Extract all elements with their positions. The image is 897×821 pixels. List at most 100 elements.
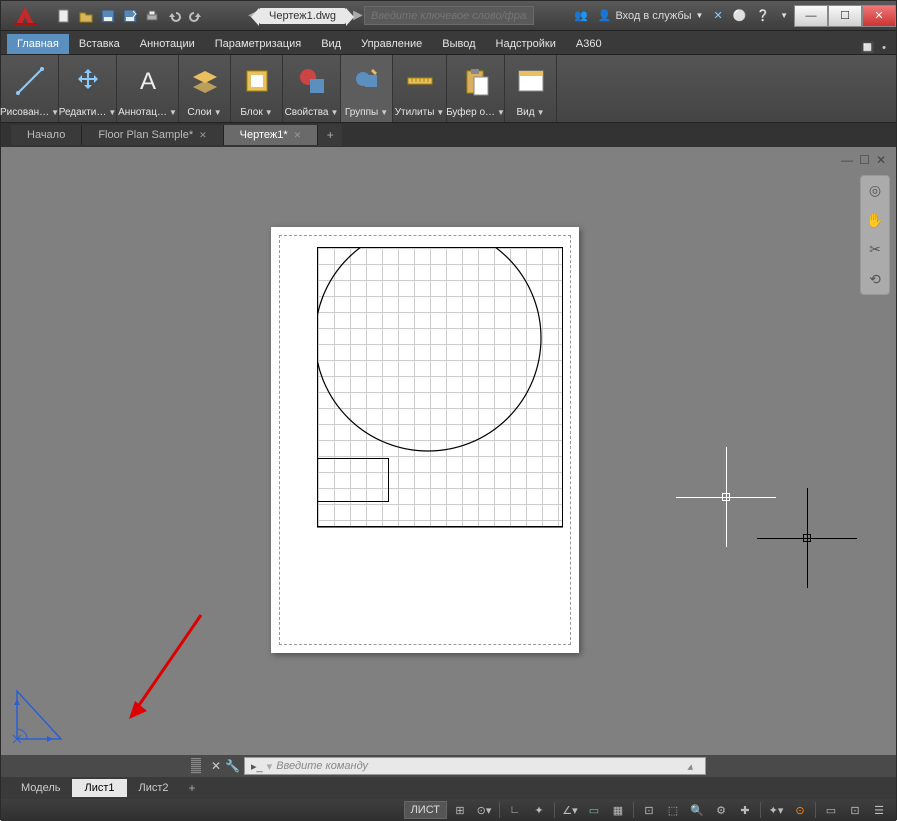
ribbon-tab-view[interactable]: Вид <box>311 34 351 54</box>
close-button[interactable]: ✕ <box>862 5 896 27</box>
move-icon <box>72 57 104 105</box>
status-ws-icon[interactable]: ✦▾ <box>765 801 787 819</box>
close-icon[interactable]: ✕ <box>294 130 302 141</box>
status-lwt-icon[interactable]: ▭ <box>583 801 605 819</box>
status-autoscale-icon[interactable]: ✚ <box>734 801 756 819</box>
save-icon[interactable] <box>99 7 117 25</box>
exchange-icon[interactable]: ✕ <box>713 9 722 22</box>
navigation-bar[interactable]: ◎ ✋ ✂ ⟲ <box>860 175 890 295</box>
panel-properties[interactable]: Свойства▼ <box>283 55 341 122</box>
status-grid-icon[interactable]: ⊞ <box>449 801 471 819</box>
command-input[interactable]: ▸_ ▾ Введите команду ▴ <box>244 757 706 775</box>
titlebar: ◄ Чертеж1.dwg ► 👥 👤 Вход в службы ▼ ✕ ⚪ … <box>1 1 896 31</box>
vp-maximize-icon[interactable]: ☐ <box>859 153 870 167</box>
panel-layers-label: Слои▼ <box>185 105 223 120</box>
layout-tab-strip: Модель Лист1 Лист2 + <box>1 777 896 799</box>
status-clean-icon[interactable]: ☰ <box>868 801 890 819</box>
maximize-button[interactable]: ☐ <box>828 5 862 27</box>
cmd-grip-icon[interactable] <box>191 758 201 774</box>
vp-minimize-icon[interactable]: — <box>841 153 853 167</box>
open-icon[interactable] <box>77 7 95 25</box>
status-transparency-icon[interactable]: ▦ <box>607 801 629 819</box>
small-rectangle <box>317 458 389 502</box>
minimize-button[interactable]: — <box>794 5 828 27</box>
status-polar-icon[interactable]: ✦ <box>528 801 550 819</box>
search-input[interactable] <box>364 6 534 25</box>
chevron-down-icon: ▼ <box>696 11 704 20</box>
layout-tab-add[interactable]: + <box>181 778 204 798</box>
orbit-icon[interactable]: ⟲ <box>869 271 881 288</box>
infocenter-icon[interactable]: 👥 <box>574 9 588 22</box>
status-qp-icon[interactable]: ⊡ <box>638 801 660 819</box>
ribbon-bullet-icon[interactable]: • <box>882 42 886 54</box>
panel-groups[interactable]: Группы▼ <box>341 55 393 122</box>
layout-tab-model[interactable]: Модель <box>9 779 72 797</box>
panel-clipboard[interactable]: Буфер о…▼ <box>447 55 505 122</box>
status-space-toggle[interactable]: ЛИСТ <box>404 801 447 819</box>
panel-block[interactable]: Блок▼ <box>231 55 283 122</box>
a360-icon[interactable]: ⚪ <box>733 9 747 22</box>
cmd-prompt-icon: ▸_ <box>251 760 263 773</box>
vp-close-icon[interactable]: ✕ <box>876 153 886 167</box>
panel-layers[interactable]: Слои▼ <box>179 55 231 122</box>
status-hwa-icon[interactable]: ⊡ <box>844 801 866 819</box>
cmd-customize-icon[interactable]: 🔧 <box>225 759 240 773</box>
file-tab-new[interactable]: + <box>318 124 342 146</box>
status-monitor-icon[interactable]: ⊙ <box>789 801 811 819</box>
status-iso-icon[interactable]: ▭ <box>820 801 842 819</box>
file-tab-floorplan[interactable]: Floor Plan Sample*✕ <box>82 125 223 145</box>
layout-tab-sheet2[interactable]: Лист2 <box>127 779 181 797</box>
login-label: Вход в службы <box>615 10 691 22</box>
panel-modify[interactable]: Редакти…▼ <box>59 55 117 122</box>
print-icon[interactable] <box>143 7 161 25</box>
cmd-history-icon[interactable]: ▴ <box>681 760 699 773</box>
ribbon-tab-a360[interactable]: A360 <box>566 34 612 54</box>
ribbon-tab-output[interactable]: Вывод <box>432 34 485 54</box>
panel-annotation[interactable]: A Аннотац…▼ <box>117 55 179 122</box>
app-logo[interactable] <box>1 4 49 28</box>
status-annoscale-icon[interactable]: 🔍 <box>686 801 708 819</box>
help-chevron-icon[interactable]: ▼ <box>780 11 788 20</box>
layers-icon <box>189 57 221 105</box>
ribbon-tab-home[interactable]: Главная <box>7 34 69 54</box>
zoom-extents-icon[interactable]: ✂ <box>869 241 881 258</box>
undo-icon[interactable] <box>165 7 183 25</box>
redo-icon[interactable] <box>187 7 205 25</box>
file-tab-strip: Начало Floor Plan Sample*✕ Чертеж1*✕ + <box>1 123 896 147</box>
featured-apps-icon[interactable]: 🔲 <box>860 41 874 54</box>
layout-tab-sheet1[interactable]: Лист1 <box>72 779 126 797</box>
panel-groups-label: Группы▼ <box>343 105 390 120</box>
help-icon[interactable]: ❔ <box>756 9 770 22</box>
file-tab-start[interactable]: Начало <box>11 125 82 145</box>
window-controls: — ☐ ✕ <box>794 5 896 27</box>
cmd-tool-icons: ✕ 🔧 <box>207 759 244 773</box>
panel-draw[interactable]: Рисован…▼ <box>1 55 59 122</box>
user-icon: 👤 <box>598 9 612 22</box>
panel-utilities-label: Утилиты▼ <box>393 105 447 120</box>
steering-wheel-icon[interactable]: ◎ <box>869 182 881 199</box>
svg-text:A: A <box>139 68 155 95</box>
status-snap-icon[interactable]: ⊙▾ <box>473 801 495 819</box>
ribbon-tab-insert[interactable]: Вставка <box>69 34 130 54</box>
status-ortho-icon[interactable]: ∟ <box>504 801 526 819</box>
ribbon-tab-manage[interactable]: Управление <box>351 34 432 54</box>
paste-icon <box>460 57 492 105</box>
cmd-close-icon[interactable]: ✕ <box>211 759 221 773</box>
file-tab-drawing1[interactable]: Чертеж1*✕ <box>224 125 319 145</box>
status-sc-icon[interactable]: ⬚ <box>662 801 684 819</box>
close-icon[interactable]: ✕ <box>199 130 207 141</box>
drawing-area[interactable]: — ☐ ✕ ◎ ✋ ✂ ⟲ <box>1 147 896 755</box>
pan-icon[interactable]: ✋ <box>866 212 883 229</box>
status-annovis-icon[interactable]: ⚙ <box>710 801 732 819</box>
panel-utilities[interactable]: Утилиты▼ <box>393 55 447 122</box>
viewport-bottom-edge <box>317 527 563 528</box>
status-osnap-icon[interactable]: ∠▾ <box>559 801 581 819</box>
ribbon-tab-parametric[interactable]: Параметризация <box>205 34 311 54</box>
panel-view[interactable]: Вид▼ <box>505 55 557 122</box>
saveas-icon[interactable] <box>121 7 139 25</box>
new-icon[interactable] <box>55 7 73 25</box>
login-dropdown[interactable]: 👤 Вход в службы ▼ <box>598 9 704 22</box>
ribbon-tab-addins[interactable]: Надстройки <box>486 34 566 54</box>
ribbon-tab-annotate[interactable]: Аннотации <box>130 34 205 54</box>
panel-draw-label: Рисован…▼ <box>0 105 61 120</box>
